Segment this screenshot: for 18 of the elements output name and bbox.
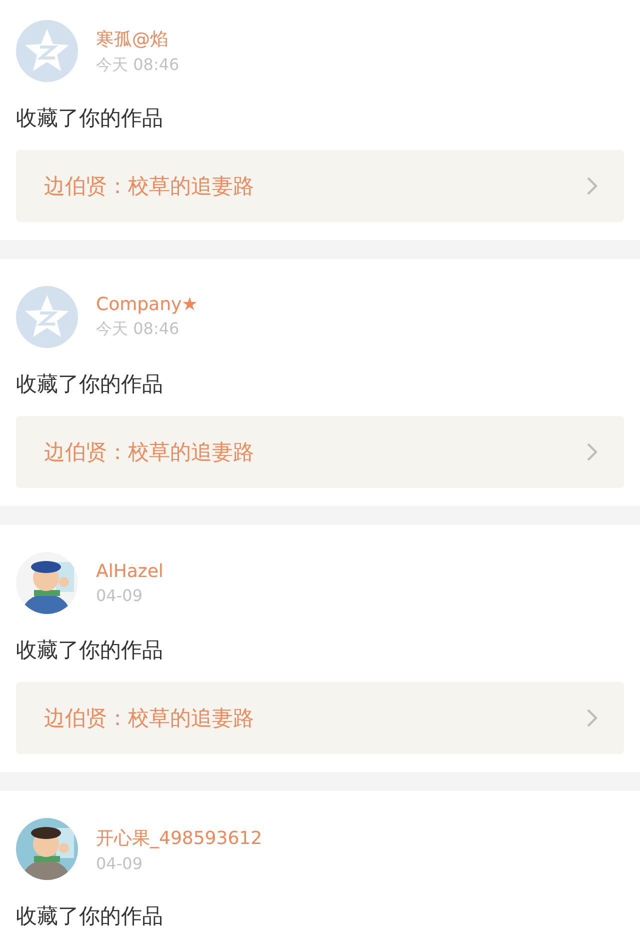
work-card[interactable]: 边伯贤：校草的追妻路 bbox=[16, 150, 624, 222]
chevron-right-icon bbox=[586, 176, 598, 196]
notification-message: 收藏了你的作品 bbox=[16, 105, 164, 132]
notification-message: 收藏了你的作品 bbox=[16, 637, 164, 664]
username-link[interactable]: Company★ bbox=[96, 294, 198, 315]
timestamp: 04-09 bbox=[96, 854, 144, 872]
username-link[interactable]: 寒孤@焰 bbox=[96, 26, 180, 50]
timestamp: 04-09 bbox=[96, 586, 144, 605]
notification-message: 收藏了你的作品 bbox=[16, 903, 164, 930]
chevron-right-icon bbox=[586, 708, 598, 728]
timestamp: 今天 08:46 bbox=[96, 54, 180, 76]
timestamp: 今天 08:46 bbox=[96, 319, 180, 340]
username-link[interactable]: 开心果_498593612 bbox=[96, 826, 262, 850]
work-card[interactable]: 边伯贤：校草的追妻路 bbox=[16, 416, 624, 488]
username-link[interactable]: AlHazel bbox=[96, 561, 164, 582]
notification-message: 收藏了你的作品 bbox=[16, 371, 164, 398]
work-card[interactable]: 边伯贤：校草的追妻路 bbox=[16, 682, 624, 754]
chevron-right-icon bbox=[586, 442, 598, 462]
